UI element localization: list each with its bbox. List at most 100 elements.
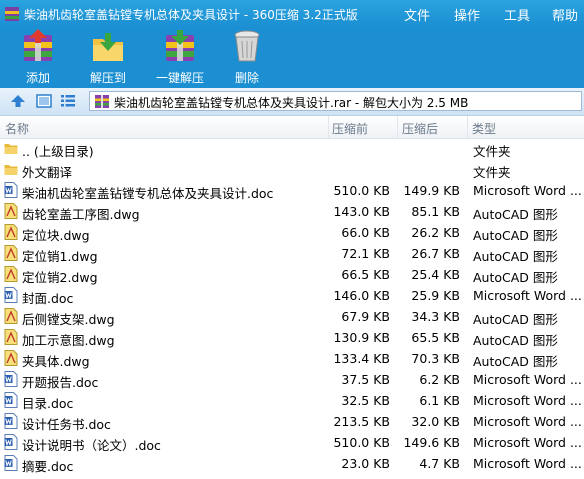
file-type: Microsoft Word ... — [473, 435, 582, 450]
add-label: 添加 — [25, 71, 50, 85]
size-before: 67.9 KB — [341, 309, 390, 324]
file-type: Microsoft Word ... — [473, 288, 582, 303]
delete-label: 删除 — [234, 71, 259, 85]
file-type: Microsoft Word ... — [473, 456, 582, 471]
file-type: Microsoft Word ... — [473, 372, 582, 387]
file-row[interactable]: 定位销1.dwg 72.1 KB 26.7 KB AutoCAD 图形 — [0, 243, 584, 264]
toolbar: 添加 解压到 一键解压 删除 — [0, 27, 584, 88]
autocad-dwg-icon — [4, 308, 18, 324]
add-button[interactable]: 添加 — [10, 27, 66, 88]
extract-to-button[interactable]: 解压到 — [80, 27, 136, 88]
size-after: 70.3 KB — [411, 351, 460, 366]
file-name: 摘要.doc — [22, 459, 74, 474]
title-bar: 柴油机齿轮室盖钻镗专机总体及夹具设计 - 360压缩 3.2正式版 文件 操作 … — [0, 0, 584, 27]
delete-button[interactable]: 删除 — [222, 27, 272, 88]
file-row[interactable]: 后侧镗支架.dwg 67.9 KB 34.3 KB AutoCAD 图形 — [0, 306, 584, 327]
file-row[interactable]: 摘要.doc 23.0 KB 4.7 KB Microsoft Word ... — [0, 453, 584, 474]
column-size-after[interactable]: 压缩后 — [402, 120, 438, 137]
word-doc-icon — [4, 371, 18, 387]
size-before: 510.0 KB — [333, 183, 390, 198]
size-after: 26.7 KB — [411, 246, 460, 261]
archive-window: 柴油机齿轮室盖钻镗专机总体及夹具设计 - 360压缩 3.2正式版 文件 操作 … — [0, 0, 584, 479]
file-row[interactable]: 开题报告.doc 37.5 KB 6.2 KB Microsoft Word ... — [0, 369, 584, 390]
size-after: 149.6 KB — [403, 435, 460, 450]
word-doc-icon — [4, 455, 18, 471]
extract-folder-icon — [93, 33, 123, 61]
menu-file[interactable]: 文件 — [404, 5, 430, 24]
size-after: 26.2 KB — [411, 225, 460, 240]
file-type: 文件夹 — [473, 144, 511, 159]
file-name: 后侧镗支架.dwg — [22, 312, 115, 327]
file-row[interactable]: 设计说明书（论文）.doc 510.0 KB 149.6 KB Microsoft W… — [0, 432, 584, 453]
window-title: 柴油机齿轮室盖钻镗专机总体及夹具设计 - 360压缩 3.2正式版 — [24, 8, 358, 22]
size-before: 510.0 KB — [333, 435, 390, 450]
word-doc-icon — [4, 434, 18, 450]
size-before: 130.9 KB — [333, 330, 390, 345]
word-doc-icon — [4, 182, 18, 198]
file-row[interactable]: 加工示意图.dwg 130.9 KB 65.5 KB AutoCAD 图形 — [0, 327, 584, 348]
autocad-dwg-icon — [4, 245, 18, 261]
file-name: 定位块.dwg — [22, 228, 90, 243]
file-row[interactable]: .. (上级目录) 文件夹 — [0, 138, 584, 159]
file-row[interactable]: 设计任务书.doc 213.5 KB 32.0 KB Microsoft Word .… — [0, 411, 584, 432]
size-after: 25.9 KB — [411, 288, 460, 303]
size-before: 213.5 KB — [333, 414, 390, 429]
file-row[interactable]: 齿轮室盖工序图.dwg 143.0 KB 85.1 KB AutoCAD 图形 — [0, 201, 584, 222]
column-divider[interactable] — [467, 116, 468, 138]
file-name: 柴油机齿轮室盖钻镗专机总体及夹具设计.doc — [22, 186, 274, 201]
column-divider[interactable] — [397, 116, 398, 138]
column-header: 名称 压缩前 压缩后 类型 — [0, 116, 584, 139]
column-name[interactable]: 名称 — [5, 120, 29, 137]
file-type: AutoCAD 图形 — [473, 312, 558, 327]
column-size-before[interactable]: 压缩前 — [332, 120, 368, 137]
one-click-extract-button[interactable]: 一键解压 — [148, 27, 212, 88]
file-type: AutoCAD 图形 — [473, 207, 558, 222]
file-row[interactable]: 定位销2.dwg 66.5 KB 25.4 KB AutoCAD 图形 — [0, 264, 584, 285]
address-field[interactable]: 柴油机齿轮室盖钻镗专机总体及夹具设计.rar - 解包大小为 2.5 MB — [89, 91, 582, 111]
file-name: 设计说明书（论文）.doc — [22, 438, 161, 453]
size-before: 146.0 KB — [333, 288, 390, 303]
file-row[interactable]: 定位块.dwg 66.0 KB 26.2 KB AutoCAD 图形 — [0, 222, 584, 243]
size-after: 32.0 KB — [411, 414, 460, 429]
one-click-extract-icon — [166, 30, 194, 61]
size-after: 34.3 KB — [411, 309, 460, 324]
file-row[interactable]: 柴油机齿轮室盖钻镗专机总体及夹具设计.doc 510.0 KB 149.9 KB Mi… — [0, 180, 584, 201]
rar-archive-icon — [95, 95, 109, 108]
file-name: .. (上级目录) — [22, 144, 94, 159]
file-type: Microsoft Word ... — [473, 393, 582, 408]
size-after: 65.5 KB — [411, 330, 460, 345]
file-list: .. (上级目录) 文件夹 外文翻译 文件夹 柴油机齿轮室盖钻镗专机总体及夹具设计.do… — [0, 138, 584, 474]
file-name: 夹具体.dwg — [22, 354, 90, 369]
thumbnail-view-icon[interactable] — [36, 94, 52, 108]
autocad-dwg-icon — [4, 329, 18, 345]
size-before: 72.1 KB — [341, 246, 390, 261]
autocad-dwg-icon — [4, 350, 18, 366]
file-name: 定位销2.dwg — [22, 270, 98, 285]
autocad-dwg-icon — [4, 203, 18, 219]
file-type: AutoCAD 图形 — [473, 270, 558, 285]
file-row[interactable]: 封面.doc 146.0 KB 25.9 KB Microsoft Word ... — [0, 285, 584, 306]
list-view-icon[interactable] — [60, 94, 76, 108]
file-type: 文件夹 — [473, 165, 511, 180]
menu-operation[interactable]: 操作 — [454, 5, 480, 24]
file-type: AutoCAD 图形 — [473, 354, 558, 369]
up-arrow-icon[interactable] — [10, 94, 26, 108]
file-row[interactable]: 外文翻译 文件夹 — [0, 159, 584, 180]
file-row[interactable]: 夹具体.dwg 133.4 KB 70.3 KB AutoCAD 图形 — [0, 348, 584, 369]
menu-help[interactable]: 帮助 — [552, 5, 578, 24]
menu-tools[interactable]: 工具 — [504, 5, 530, 24]
size-before: 23.0 KB — [341, 456, 390, 471]
app-icon — [5, 7, 19, 21]
size-after: 6.1 KB — [419, 393, 460, 408]
column-divider[interactable] — [328, 116, 329, 138]
column-type[interactable]: 类型 — [472, 120, 496, 137]
file-type: AutoCAD 图形 — [473, 333, 558, 348]
file-row[interactable]: 目录.doc 32.5 KB 6.1 KB Microsoft Word ... — [0, 390, 584, 411]
file-type: Microsoft Word ... — [473, 414, 582, 429]
size-before: 66.0 KB — [341, 225, 390, 240]
file-name: 封面.doc — [22, 291, 74, 306]
file-name: 外文翻译 — [22, 165, 73, 180]
one-click-extract-label: 一键解压 — [155, 71, 204, 85]
size-before: 32.5 KB — [341, 393, 390, 408]
autocad-dwg-icon — [4, 224, 18, 240]
